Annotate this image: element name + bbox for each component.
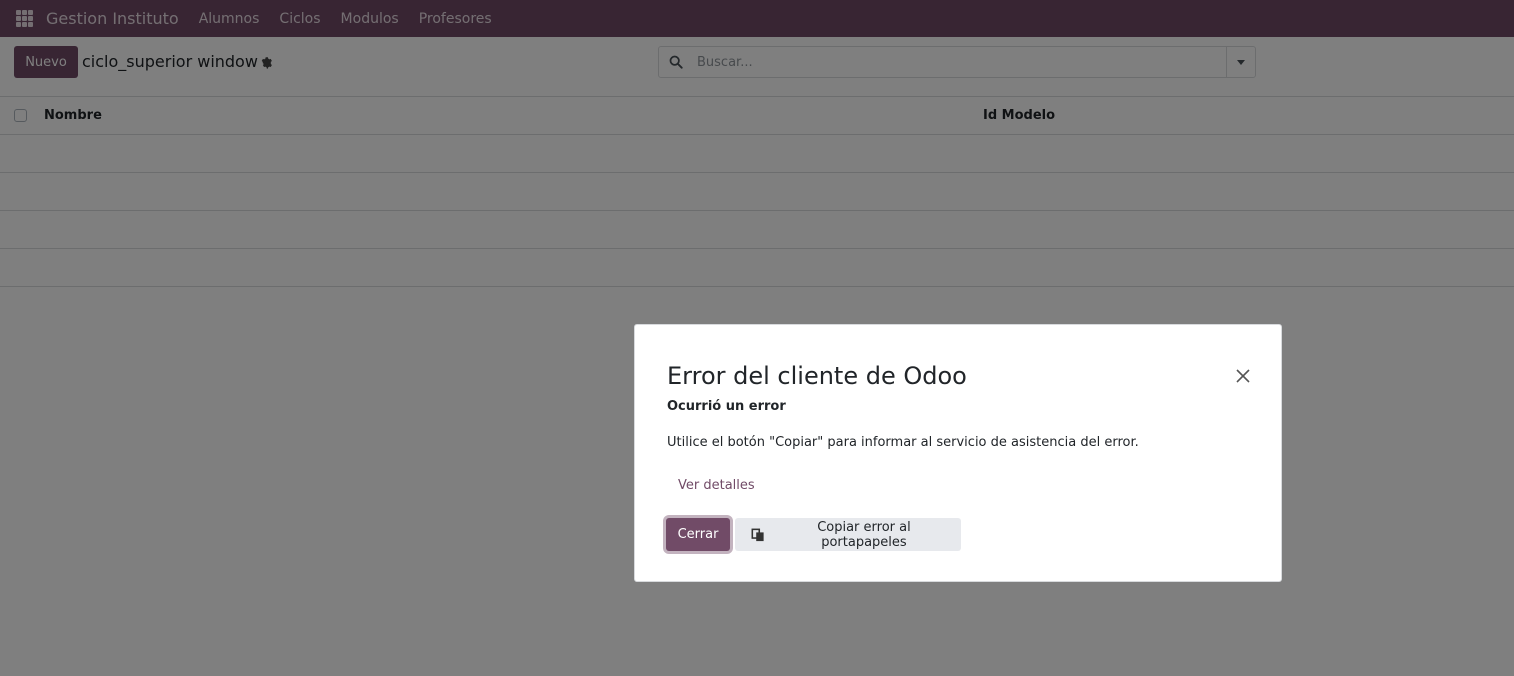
close-icon[interactable]: [1235, 368, 1251, 384]
dialog-title: Error del cliente de Odoo: [667, 362, 967, 390]
copy-error-label: Copiar error al portapapeles: [817, 519, 911, 550]
dialog-message: Utilice el botón "Copiar" para informar …: [667, 435, 1139, 450]
show-details-link[interactable]: Ver detalles: [678, 478, 755, 493]
copy-error-button[interactable]: Copiar error al portapapeles: [735, 518, 961, 551]
clipboard-copy-icon: [751, 528, 764, 541]
close-button[interactable]: Cerrar: [666, 518, 730, 551]
error-dialog: Error del cliente de Odoo Ocurrió un err…: [634, 324, 1282, 582]
dialog-subtitle: Ocurrió un error: [667, 399, 786, 414]
